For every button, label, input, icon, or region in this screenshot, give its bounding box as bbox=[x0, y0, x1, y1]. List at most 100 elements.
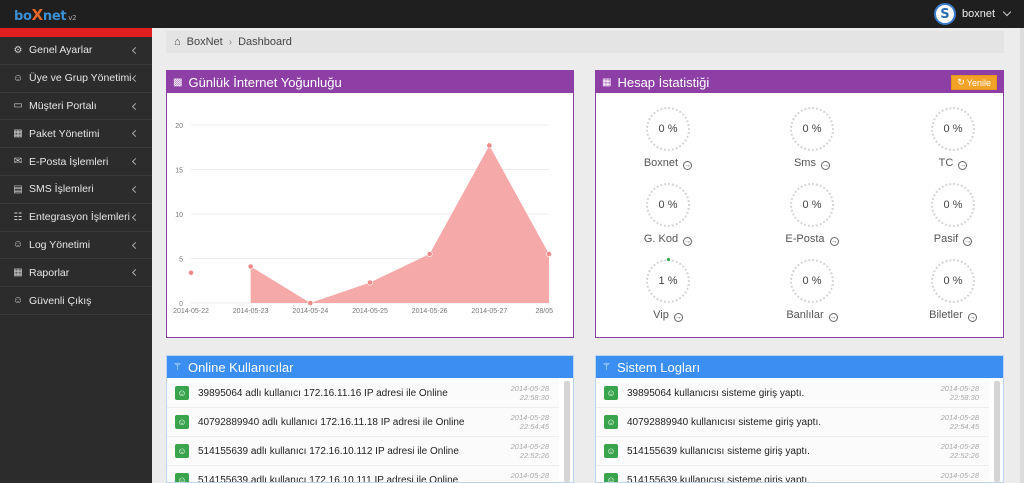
sidebar-item-1[interactable]: ⚙ Genel Ayarlar bbox=[0, 37, 152, 65]
stat-label: Vip bbox=[653, 309, 669, 321]
stat-gauge: 0 % bbox=[790, 183, 834, 227]
list-item-text: 514155639 kullanıcısı sisteme giriş yapt… bbox=[627, 445, 810, 457]
x-tick-label: 2014-05-24 bbox=[292, 308, 328, 315]
stat-g-kod[interactable]: 0 % G. Kod → bbox=[638, 183, 698, 246]
arrow-circle-right-icon: → bbox=[683, 161, 693, 170]
breadcrumb-home[interactable]: BoxNet bbox=[187, 36, 223, 48]
user-menu[interactable]: S boxnet bbox=[933, 3, 1012, 25]
timestamp-time: 22:52:26 bbox=[949, 451, 979, 460]
user-icon: ☺ bbox=[604, 473, 618, 482]
sidebar-item-10[interactable]: ☺ Güvenli Çıkış bbox=[0, 287, 152, 315]
list-item[interactable]: ☺ 39895064 adlı kullanıcı 172.16.11.16 IP… bbox=[167, 379, 559, 408]
stat-banl-lar[interactable]: 0 % Banlılar → bbox=[782, 259, 842, 322]
stat-link[interactable]: E-Posta → bbox=[782, 233, 842, 246]
data-point bbox=[307, 300, 314, 306]
sidebar-item-7[interactable]: ☷ Entegrasyon İşlemleri bbox=[0, 204, 152, 232]
user-icon: ☺ bbox=[12, 239, 24, 251]
stat-gauge: 0 % bbox=[931, 259, 975, 303]
list-item[interactable]: ☺ 40792889940 kullanıcısı sisteme giriş y… bbox=[596, 408, 989, 437]
stat-link[interactable]: Boxnet → bbox=[638, 157, 698, 170]
arrow-circle-right-icon: → bbox=[963, 237, 973, 246]
stat-link[interactable]: TC → bbox=[923, 157, 983, 170]
grid-icon: ▦ bbox=[13, 267, 23, 279]
arrow-circle-right-icon: → bbox=[967, 313, 977, 322]
x-tick-label: 2014-05-27 bbox=[471, 308, 507, 315]
stat-label: TC bbox=[938, 157, 954, 169]
timestamp-time: 22:52:26 bbox=[519, 451, 549, 460]
stat-gauge: 0 % bbox=[646, 183, 690, 227]
user-icon: ☺ bbox=[604, 386, 618, 400]
stat-vip[interactable]: 1 % Vip → bbox=[638, 258, 698, 322]
sidebar-item-2[interactable]: ☺ Üye ve Grup Yönetimi bbox=[0, 65, 152, 93]
list-item-text: 514155639 kullanıcısı sisteme giriş yapt… bbox=[627, 474, 810, 483]
system-logs-scrollbar[interactable] bbox=[994, 381, 1000, 482]
list-item[interactable]: ☺ 514155639 adlı kullanıcı 172.16.10.112 … bbox=[167, 437, 559, 466]
sidebar-item-3[interactable]: ▭ Müşteri Portalı bbox=[0, 93, 152, 121]
folder-icon: ▭ bbox=[13, 100, 23, 112]
stat-gauge: 0 % bbox=[931, 107, 975, 151]
sidebar-item-5[interactable]: ✉ E-Posta İşlemleri bbox=[0, 148, 152, 176]
stat-value: 1 % bbox=[658, 275, 678, 287]
timestamp-date: 2014-05-28 bbox=[940, 384, 979, 393]
arrow-circle-right-icon: → bbox=[829, 237, 839, 246]
stat-gauge: 0 % bbox=[931, 183, 975, 227]
timestamp-date: 2014-05-28 bbox=[510, 471, 549, 480]
online-users-scrollbar[interactable] bbox=[564, 381, 570, 482]
stat-biletler[interactable]: 0 % Biletler → bbox=[923, 259, 983, 322]
list-item-timestamp: 2014-05-28 22:54:45 bbox=[941, 413, 979, 431]
list-item[interactable]: ☺ 514155639 kullanıcısı sisteme giriş yap… bbox=[596, 437, 989, 466]
list-item[interactable]: ☺ 40792889940 adlı kullanıcı 172.16.11.18… bbox=[167, 408, 559, 437]
arrow-circle-right-icon: → bbox=[828, 313, 838, 322]
x-tick-label: 28/05 bbox=[535, 308, 553, 315]
page-scrollbar[interactable] bbox=[1020, 28, 1024, 483]
sidebar-item-label: Raporlar bbox=[29, 266, 70, 279]
stat-label: Boxnet bbox=[643, 157, 679, 169]
internet-usage-header: ▩ Günlük İnternet Yoğunluğu bbox=[167, 71, 573, 93]
online-users-panel: ⚚ Online Kullanıcılar ☺ 39895064 adlı kul… bbox=[166, 355, 574, 483]
timestamp-time: 22:52:26 bbox=[511, 480, 549, 482]
avatar: S bbox=[933, 3, 956, 25]
sms-icon: ▤ bbox=[13, 183, 23, 195]
boxnet-logo[interactable]: boXnet v2 bbox=[14, 6, 77, 24]
sidebar-item-4[interactable]: ▦ Paket Yönetimi bbox=[0, 120, 152, 149]
chevron-left-icon bbox=[131, 102, 140, 110]
timestamp-time: 22:54:45 bbox=[949, 422, 979, 431]
timestamp-time: 22:58:30 bbox=[949, 393, 979, 402]
stat-value: 0 % bbox=[802, 275, 822, 287]
online-users-list: ☺ 39895064 adlı kullanıcı 172.16.11.16 IP… bbox=[167, 379, 573, 482]
stat-link[interactable]: Vip → bbox=[638, 309, 698, 322]
data-point bbox=[426, 251, 433, 257]
sidebar-item-label: Genel Ayarlar bbox=[29, 44, 93, 57]
chevron-down-icon bbox=[1002, 7, 1012, 17]
stat-label: Banlılar bbox=[786, 309, 824, 321]
list-item-text: 39895064 adlı kullanıcı 172.16.11.16 IP … bbox=[198, 387, 448, 399]
online-users-header: ⚚ Online Kullanıcılar bbox=[167, 356, 573, 378]
stat-link[interactable]: Biletler → bbox=[923, 309, 983, 322]
list-item-text: 39895064 kullanıcısı sisteme giriş yaptı… bbox=[627, 387, 805, 399]
stat-link[interactable]: Sms → bbox=[782, 157, 842, 170]
stat-tc[interactable]: 0 % TC → bbox=[923, 107, 983, 170]
chevron-left-icon bbox=[131, 269, 140, 277]
stat-value: 0 % bbox=[802, 123, 822, 135]
stat-e-posta[interactable]: 0 % E-Posta → bbox=[782, 183, 842, 246]
list-item[interactable]: ☺ 514155639 adlı kullanıcı 172.16.10.111 … bbox=[167, 466, 559, 482]
stat-sms[interactable]: 0 % Sms → bbox=[782, 107, 842, 170]
sidebar: ⚙ Genel Ayarlar ☺ Üye ve Grup Yönetimi ▭ Müşt… bbox=[0, 28, 152, 483]
stat-link[interactable]: Banlılar → bbox=[782, 309, 842, 322]
user-icon: ☺ bbox=[12, 72, 24, 84]
stat-link[interactable]: Pasif → bbox=[923, 233, 983, 246]
sidebar-item-6[interactable]: ▤ SMS İşlemleri bbox=[0, 176, 152, 204]
stat-link[interactable]: G. Kod → bbox=[638, 233, 698, 246]
chevron-left-icon bbox=[131, 130, 140, 138]
sidebar-item-8[interactable]: ☺ Log Yönetimi bbox=[0, 232, 152, 260]
stat-label: Biletler bbox=[929, 309, 963, 321]
stat-pasif[interactable]: 0 % Pasif → bbox=[923, 183, 983, 246]
list-item-text: 514155639 adlı kullanıcı 172.16.10.111 I… bbox=[198, 474, 459, 483]
list-item[interactable]: ☺ 39895064 kullanıcısı sisteme giriş yapt… bbox=[596, 379, 989, 408]
sidebar-item-label: Paket Yönetimi bbox=[29, 127, 100, 140]
stat-boxnet[interactable]: 0 % Boxnet → bbox=[638, 107, 698, 170]
internet-usage-panel: ▩ Günlük İnternet Yoğunluğu 0 5 10 15 20 2014… bbox=[166, 70, 574, 338]
list-item[interactable]: ☺ 514155639 kullanıcısı sisteme giriş yap… bbox=[596, 466, 989, 482]
sidebar-item-9[interactable]: ▦ Raporlar bbox=[0, 259, 152, 288]
refresh-button[interactable]: ↻ Yenile bbox=[951, 75, 997, 90]
